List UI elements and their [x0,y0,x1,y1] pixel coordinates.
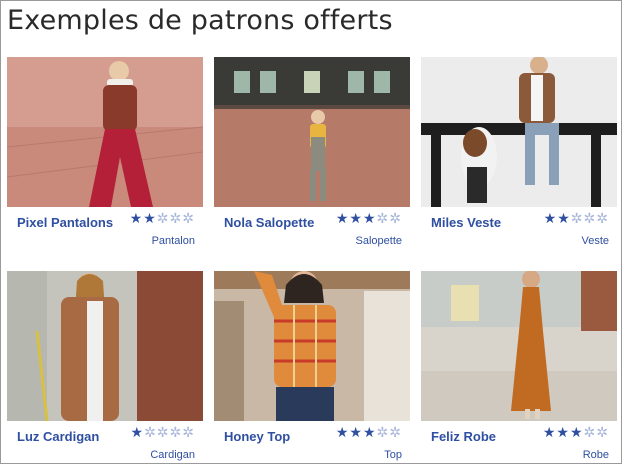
page-title: Exemples de patrons offerts [7,5,393,36]
pattern-photo[interactable] [421,57,617,207]
star-empty-icon: ✲ [376,425,390,441]
pattern-photo[interactable] [214,57,410,207]
rating-stars: ★★★✲✲ [543,424,609,441]
star-empty-icon: ✲ [182,211,195,227]
star-empty-icon: ✲ [389,425,402,441]
star-empty-icon: ✲ [144,425,157,441]
star-empty-icon: ✲ [596,425,609,441]
star-empty-icon: ✲ [169,211,183,227]
patterns-panel: Exemples de patrons offerts Pixel Pantal… [0,0,622,464]
star-empty-icon: ✲ [182,425,195,441]
pattern-name[interactable]: Luz Cardigan [17,429,99,444]
star-empty-icon: ✲ [570,211,584,227]
star-filled-icon: ★ [543,211,558,227]
pattern-category[interactable]: Salopette [356,235,402,247]
pattern-photo[interactable] [7,57,203,207]
pattern-name[interactable]: Nola Salopette [224,215,314,230]
star-filled-icon: ★ [542,425,557,441]
pattern-card-honey-top[interactable]: Honey Top ★★★✲✲ Top [214,271,410,465]
star-empty-icon: ✲ [156,425,170,441]
star-empty-icon: ✲ [583,425,597,441]
star-filled-icon: ★ [556,425,570,441]
pattern-card-miles-veste[interactable]: Miles Veste ★★✲✲✲ Veste [421,57,617,251]
star-empty-icon: ✲ [596,211,609,227]
star-empty-icon: ✲ [376,211,390,227]
pattern-category[interactable]: Pantalon [152,235,195,247]
star-filled-icon: ★ [349,211,363,227]
star-empty-icon: ✲ [156,211,170,227]
star-filled-icon: ★ [130,425,145,441]
star-empty-icon: ✲ [583,211,597,227]
star-filled-icon: ★ [569,425,584,441]
rating-stars: ★✲✲✲✲ [131,424,196,441]
pattern-category[interactable]: Cardigan [150,449,195,461]
star-filled-icon: ★ [349,425,363,441]
pattern-photo[interactable] [214,271,410,421]
rating-stars: ★★★✲✲ [336,210,402,227]
star-empty-icon: ✲ [169,425,183,441]
pattern-card-luz-cardigan[interactable]: Luz Cardigan ★✲✲✲✲ Cardigan [7,271,203,465]
star-empty-icon: ✲ [389,211,402,227]
pattern-category[interactable]: Top [384,449,402,461]
pattern-category[interactable]: Robe [583,449,609,461]
star-filled-icon: ★ [335,425,350,441]
pattern-name[interactable]: Honey Top [224,429,290,444]
rating-stars: ★★★✲✲ [336,424,402,441]
star-filled-icon: ★ [143,211,157,227]
pattern-name[interactable]: Feliz Robe [431,429,496,444]
pattern-card-pixel-pantalons[interactable]: Pixel Pantalons ★★✲✲✲ Pantalon [7,57,203,251]
rating-stars: ★★✲✲✲ [544,210,609,227]
star-filled-icon: ★ [362,425,377,441]
star-filled-icon: ★ [129,211,144,227]
pattern-card-feliz-robe[interactable]: Feliz Robe ★★★✲✲ Robe [421,271,617,465]
pattern-category[interactable]: Veste [581,235,609,247]
pattern-name[interactable]: Miles Veste [431,215,501,230]
star-filled-icon: ★ [362,211,377,227]
star-filled-icon: ★ [557,211,571,227]
star-filled-icon: ★ [335,211,350,227]
pattern-name[interactable]: Pixel Pantalons [17,215,113,230]
pattern-photo[interactable] [421,271,617,421]
pattern-card-nola-salopette[interactable]: Nola Salopette ★★★✲✲ Salopette [214,57,410,251]
rating-stars: ★★✲✲✲ [130,210,195,227]
pattern-photo[interactable] [7,271,203,421]
